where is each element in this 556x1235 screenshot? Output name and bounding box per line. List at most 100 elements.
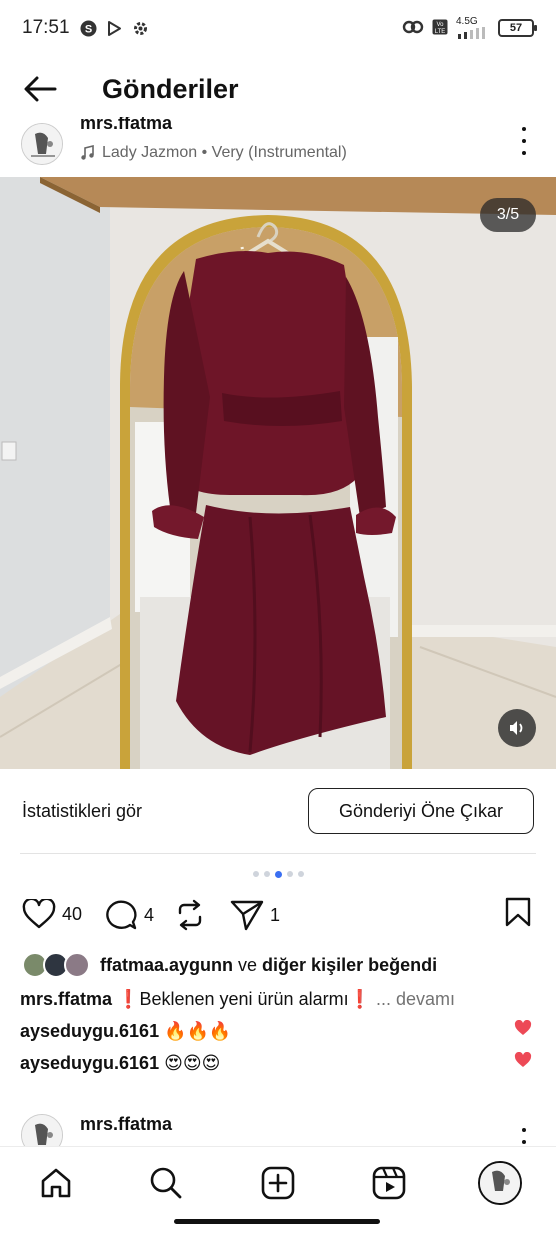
back-arrow-icon [24, 76, 57, 102]
liker-avatar [64, 952, 90, 978]
home-icon [41, 1168, 71, 1198]
repost-icon [178, 899, 202, 931]
liked-by-connector: ve [238, 954, 258, 975]
boost-post-button[interactable]: Gönderiyi Öne Çıkar [308, 788, 534, 834]
caption-more-link[interactable]: ... devamı [376, 989, 455, 1009]
dot [522, 127, 526, 131]
heart-icon [22, 899, 56, 929]
caption-text: ❗Beklenen yeni ürün alarmı❗ [117, 989, 371, 1009]
media-counter: 3/5 [480, 198, 536, 232]
music-note-icon [81, 145, 94, 160]
battery-icon: 57 [498, 19, 537, 37]
link-icon [402, 20, 424, 37]
comment-item: ayseduygu.6161 😍😍😍 [20, 1049, 220, 1077]
send-icon [230, 900, 264, 931]
reels-icon [372, 1166, 406, 1200]
liked-by-username[interactable]: ffatmaa.aygunn [100, 955, 233, 976]
post-header: mrs.ffatma Lady Jazmon • Very (Instrumen… [0, 117, 556, 175]
svg-text:Vo: Vo [436, 22, 444, 28]
share-button[interactable]: 1 [230, 899, 280, 931]
carousel-dot [297, 871, 304, 877]
post-caption: mrs.ffatma ❗Beklenen yeni ürün alarmı❗ .… [20, 985, 520, 1013]
comment-button[interactable]: 4 [104, 899, 154, 931]
liker-avatars [22, 952, 90, 978]
heart-filled-icon [514, 1051, 532, 1067]
status-time: 17:51 [22, 17, 70, 38]
signal-icon [458, 27, 485, 39]
avatar-logo-icon [22, 124, 62, 164]
bottom-navigation [0, 1146, 556, 1235]
nav-reels[interactable] [369, 1163, 409, 1203]
carousel-dot-active [274, 870, 282, 878]
svg-text:LTE: LTE [435, 29, 446, 35]
mute-button[interactable] [498, 709, 536, 747]
liked-by-row[interactable]: ffatmaa.aygunn ve diğer kişiler beğendi [22, 950, 437, 980]
comment-username[interactable]: ayseduygu.6161 [20, 1053, 159, 1073]
divider [20, 853, 536, 854]
shazam-notification-icon: S [80, 19, 98, 37]
play-store-notification-icon [106, 19, 124, 37]
page-title: Gönderiler [102, 73, 239, 104]
comment-text: 😍😍😍 [164, 1053, 221, 1073]
repost-button[interactable] [174, 899, 206, 931]
create-icon [261, 1166, 295, 1200]
post-username[interactable]: mrs.ffatma [80, 117, 172, 134]
volte-icon: Vo LTE [432, 19, 448, 38]
liked-by-others[interactable]: diğer kişiler beğendi [262, 955, 437, 976]
battery-level: 57 [509, 22, 523, 34]
caption-username[interactable]: mrs.ffatma [20, 989, 112, 1009]
search-icon [150, 1167, 182, 1199]
signal-group: 4.5G [456, 17, 490, 39]
comment-item: ayseduygu.6161 🔥🔥🔥 [20, 1017, 231, 1045]
avatar-logo-icon [22, 1115, 62, 1146]
status-bar: 17:51 S Vo LTE 4.5G 57 [0, 0, 556, 56]
carousel-dot [252, 871, 259, 877]
settings-notification-icon [132, 19, 150, 37]
avatar[interactable] [21, 1114, 63, 1146]
audio-attribution[interactable]: Lady Jazmon • Very (Instrumental) [80, 144, 347, 162]
post-media[interactable]: 3/5 [0, 177, 556, 769]
comment-text: 🔥🔥🔥 [164, 1021, 232, 1041]
comment-like-button[interactable] [514, 1051, 532, 1073]
carousel-dot [263, 871, 270, 877]
status-notification-icons: S [80, 19, 150, 37]
more-options-button[interactable] [516, 1128, 532, 1146]
audio-title: Lady Jazmon • Very (Instrumental) [102, 144, 347, 161]
mute-icon [510, 721, 523, 735]
avatar[interactable] [21, 123, 63, 165]
top-app-bar: Gönderiler [0, 60, 556, 118]
dot [522, 151, 526, 155]
post-photo [0, 177, 556, 769]
network-type: 4.5G [456, 16, 478, 27]
comments-count: 4 [144, 904, 155, 925]
post-username[interactable]: mrs.ffatma [80, 1114, 172, 1135]
comment-icon [106, 900, 137, 930]
carousel-dot [286, 871, 293, 877]
nav-create[interactable] [258, 1163, 298, 1203]
next-post-header: mrs.ffatma [0, 1106, 556, 1146]
svg-text:S: S [85, 23, 92, 35]
dot [522, 139, 526, 143]
comment-like-button[interactable] [514, 1019, 532, 1041]
post-actions: 40 4 1 [0, 893, 556, 937]
dot [522, 1128, 526, 1132]
nav-profile[interactable] [478, 1161, 522, 1205]
likes-count: 40 [62, 903, 83, 924]
home-indicator [174, 1219, 380, 1224]
status-system-icons: Vo LTE 4.5G 57 [402, 17, 537, 39]
more-options-button[interactable] [516, 127, 532, 155]
bookmark-icon [505, 897, 531, 927]
profile-avatar-icon [480, 1163, 520, 1203]
shares-count: 1 [270, 904, 281, 925]
like-button[interactable]: 40 [22, 899, 82, 929]
dot [522, 1140, 526, 1144]
back-button[interactable] [0, 60, 80, 118]
carousel-indicator [0, 870, 556, 878]
comment-username[interactable]: ayseduygu.6161 [20, 1021, 159, 1041]
nav-search[interactable] [146, 1163, 186, 1203]
insights-row: İstatistikleri gör Gönderiyi Öne Çıkar [0, 786, 556, 836]
save-button[interactable] [504, 897, 532, 932]
view-insights-link[interactable]: İstatistikleri gör [22, 801, 142, 822]
heart-filled-icon [514, 1019, 532, 1035]
nav-home[interactable] [36, 1163, 76, 1203]
